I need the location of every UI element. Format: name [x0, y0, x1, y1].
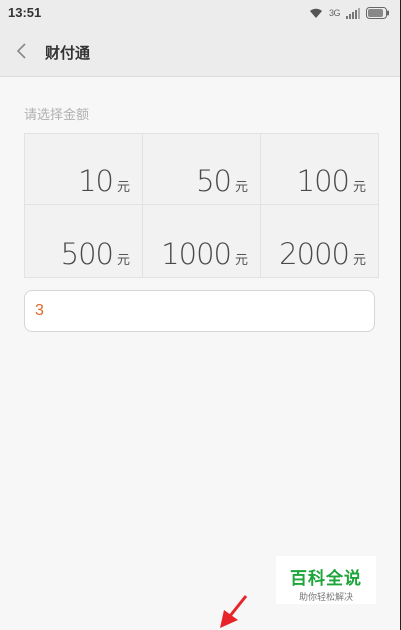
watermark-title: 百科全说	[290, 569, 362, 589]
amount-option-1000[interactable]: 1000 元	[143, 205, 261, 277]
amount-section-label: 请选择金额	[24, 108, 90, 123]
status-bar: 13:51 3G	[0, 0, 400, 26]
amount-unit: 元	[116, 253, 130, 268]
page-title: 财付通	[45, 44, 91, 62]
amount-option-50[interactable]: 50 元	[143, 134, 261, 205]
amount-unit: 元	[116, 180, 130, 195]
amount-option-2000[interactable]: 2000 元	[261, 205, 378, 277]
amount-value: 2000	[279, 237, 350, 271]
custom-amount-input[interactable]: 3	[24, 290, 375, 332]
amount-unit: 元	[234, 253, 248, 268]
amount-unit: 元	[352, 253, 366, 268]
amount-grid: 10 元 50 元 100 元 500 元 1000 元 2000 元	[24, 133, 379, 278]
watermark-logo: 百科全说 助你轻松解决	[276, 556, 376, 604]
custom-amount-value: 3	[35, 302, 44, 319]
amount-unit: 元	[234, 180, 248, 195]
amount-option-500[interactable]: 500 元	[25, 205, 143, 277]
wifi-icon	[309, 8, 322, 18]
amount-value: 50	[196, 164, 232, 198]
chevron-left-icon[interactable]	[12, 40, 32, 62]
title-bar: 财付通	[0, 26, 400, 77]
amount-value: 1000	[161, 237, 232, 271]
network-type-text: 3G	[328, 8, 341, 18]
status-time: 13:51	[8, 5, 42, 20]
amount-value: 10	[78, 164, 114, 198]
watermark-subtitle: 助你轻松解决	[298, 593, 353, 603]
amount-unit: 元	[352, 180, 366, 195]
signal-icon	[346, 7, 360, 19]
battery-icon	[366, 7, 389, 19]
amount-value: 500	[60, 237, 114, 271]
red-arrow-icon	[220, 595, 248, 628]
amount-option-100[interactable]: 100 元	[261, 134, 378, 205]
amount-value: 100	[296, 164, 350, 198]
status-icons: 3G	[309, 5, 390, 21]
amount-option-10[interactable]: 10 元	[25, 134, 143, 205]
screen: 13:51 3G 财付通 请选择金额 10 元 50 元 100 元 500 元…	[0, 0, 400, 630]
